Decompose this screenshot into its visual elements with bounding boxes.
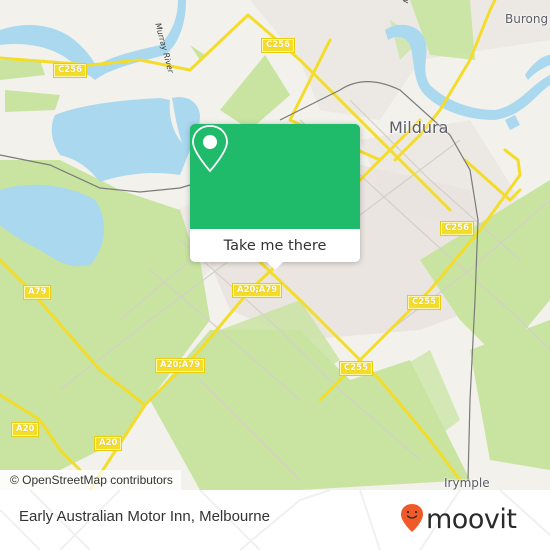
place-label-mildura: Mildura	[389, 118, 449, 137]
road-shield-c256: C256	[440, 221, 474, 236]
popup-header	[190, 124, 360, 229]
moovit-logo[interactable]: moovit	[400, 502, 540, 538]
footer-bar: Early Australian Motor Inn, Melbourne mo…	[0, 490, 550, 550]
popup-pointer	[266, 261, 284, 270]
road-shield-a20-a79: A20;A79	[231, 283, 283, 298]
road-shield-c255: C255	[407, 295, 441, 310]
moovit-pin-icon	[400, 503, 424, 537]
take-me-there-button[interactable]: Take me there	[190, 229, 360, 262]
destination-popup: Take me there	[190, 124, 360, 270]
road-shield-c256: C256	[261, 38, 295, 53]
map-attribution[interactable]: © OpenStreetMap contributors	[0, 470, 181, 490]
road-shield-c255: C255	[339, 361, 373, 376]
moovit-wordmark: moovit	[426, 504, 517, 535]
road-shield-a20: A20	[93, 436, 123, 451]
place-name: Early Australian Motor Inn, Melbourne	[19, 508, 270, 525]
road-shield-a20: A20	[10, 422, 40, 437]
road-shield-a79: A79	[22, 285, 52, 300]
place-label-burong: Burong	[505, 12, 549, 26]
map-view[interactable]: Murray River Murray Mildura Burong Irymp…	[0, 0, 550, 490]
place-label-irymple: Irymple	[444, 476, 490, 490]
road-shield-c256: C256	[53, 63, 87, 78]
road-shield-a20-a79: A20;A79	[154, 358, 206, 373]
